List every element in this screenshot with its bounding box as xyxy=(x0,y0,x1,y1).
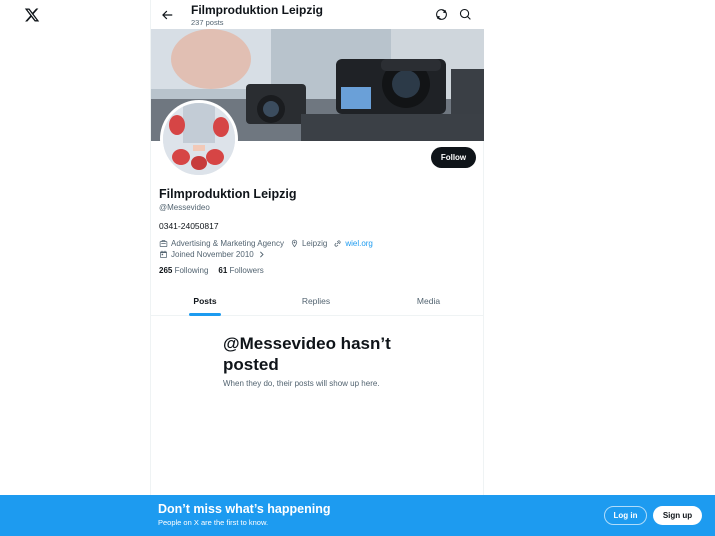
profile-tabs: Posts Replies Media xyxy=(151,286,484,316)
profile-handle: @Messevideo xyxy=(159,203,210,212)
search-icon[interactable] xyxy=(459,8,472,21)
profile-joined[interactable]: Joined November 2010 xyxy=(159,250,266,259)
x-logo-icon[interactable] xyxy=(24,7,40,23)
followers-link[interactable]: 61 Followers xyxy=(218,266,263,275)
followers-count: 61 xyxy=(218,266,228,275)
chevron-right-icon xyxy=(259,251,264,258)
following-count: 265 xyxy=(159,266,173,275)
profile-location: Leipzig xyxy=(290,239,327,248)
profile-name: Filmproduktion Leipzig xyxy=(159,187,297,201)
login-button[interactable]: Log in xyxy=(604,506,647,525)
tab-media[interactable]: Media xyxy=(373,286,484,316)
link-icon xyxy=(334,240,341,247)
signup-banner-subtitle: People on X are the first to know. xyxy=(158,518,269,527)
profile-avatar[interactable] xyxy=(160,100,238,178)
profile-joined-label: Joined November 2010 xyxy=(171,250,254,259)
profile-location-label: Leipzig xyxy=(301,239,328,248)
briefcase-icon xyxy=(159,240,168,247)
profile-website[interactable]: wiel.org xyxy=(333,239,373,248)
calendar-icon xyxy=(160,250,167,258)
profile-website-link[interactable]: wiel.org xyxy=(345,239,373,248)
follow-button[interactable]: Follow xyxy=(431,147,476,168)
tab-posts[interactable]: Posts xyxy=(151,286,259,316)
tab-replies[interactable]: Replies xyxy=(262,286,370,316)
active-tab-indicator xyxy=(189,313,221,316)
profile-column: Filmproduktion Leipzig 237 posts Follow … xyxy=(150,0,484,536)
signup-button[interactable]: Sign up xyxy=(653,506,702,525)
profile-bio: 0341-24050817 xyxy=(159,221,219,231)
empty-state-subtitle: When they do, their posts will show up h… xyxy=(223,379,380,388)
header-posts-count: 237 posts xyxy=(191,18,224,27)
profile-stats: 265 Following 61 Followers xyxy=(159,266,264,275)
refresh-icon[interactable] xyxy=(435,8,448,21)
location-pin-icon xyxy=(291,239,298,248)
profile-header-bar: Filmproduktion Leipzig 237 posts xyxy=(151,0,484,29)
following-link[interactable]: 265 Following xyxy=(159,266,208,275)
profile-meta-row: Advertising & Marketing Agency Leipzig w… xyxy=(159,238,373,249)
profile-category-label: Advertising & Marketing Agency xyxy=(171,239,284,248)
avatar-image xyxy=(163,103,235,175)
followers-label: Followers xyxy=(229,266,264,275)
arrow-left-icon[interactable] xyxy=(160,8,174,22)
profile-joined-row[interactable]: Joined November 2010 xyxy=(159,249,266,260)
following-label: Following xyxy=(174,266,209,275)
profile-category: Advertising & Marketing Agency xyxy=(159,239,284,248)
signup-banner: Don’t miss what’s happening People on X … xyxy=(0,495,715,536)
signup-banner-title: Don’t miss what’s happening xyxy=(158,502,331,516)
header-title: Filmproduktion Leipzig xyxy=(191,3,323,17)
empty-state-title: @Messevideo hasn’t posted xyxy=(223,334,391,374)
